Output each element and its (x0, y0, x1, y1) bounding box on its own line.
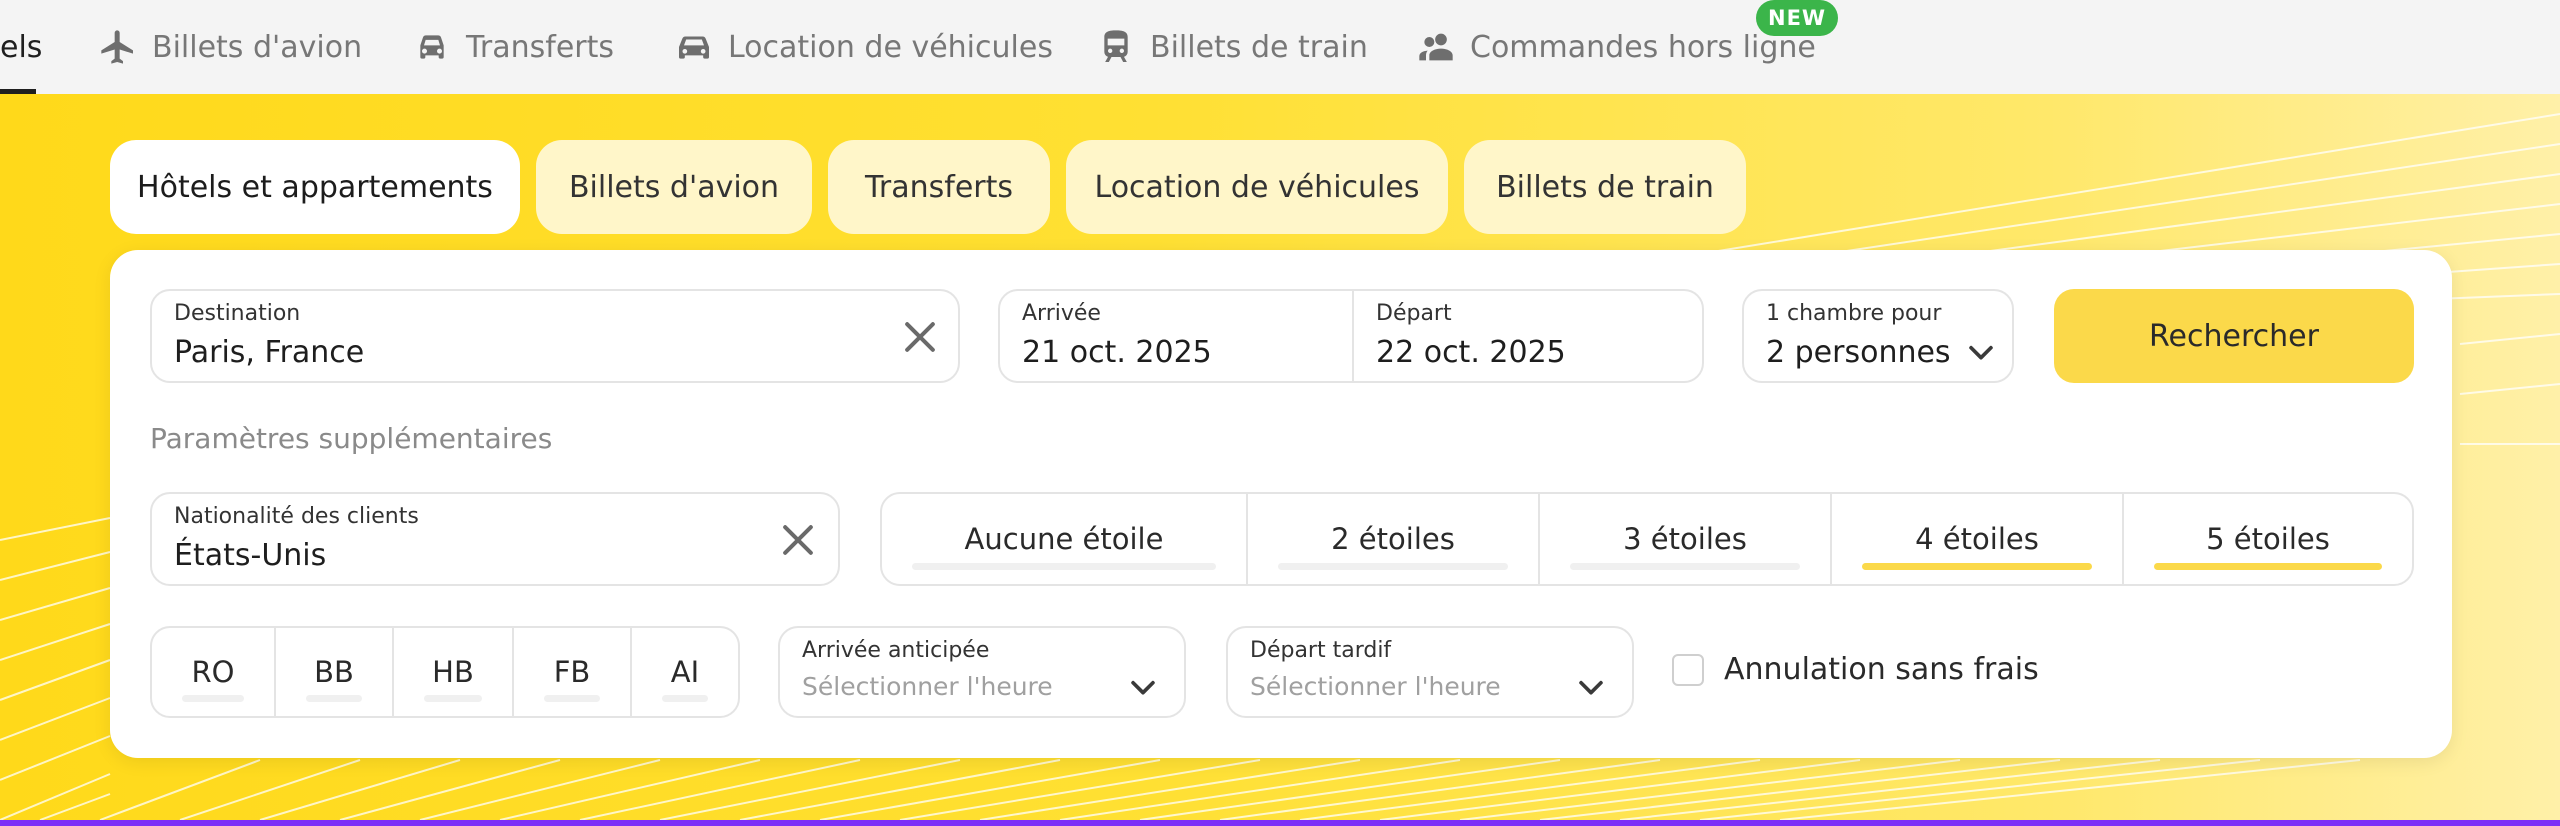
selection-indicator (2154, 563, 2382, 570)
selection-indicator (182, 695, 244, 702)
people-icon (1419, 33, 1453, 61)
train-icon (1104, 30, 1128, 62)
checkin-value: 21 oct. 2025 (1022, 335, 1212, 370)
tab-hotels[interactable]: Hôtels et appartements (110, 140, 520, 234)
tab-transfers[interactable]: Transferts (828, 140, 1050, 234)
checkin-label: Arrivée (1022, 301, 1101, 326)
destination-value: Paris, France (174, 335, 365, 370)
checkout-field[interactable]: Départ 22 oct. 2025 (1354, 291, 1704, 381)
clear-icon[interactable] (898, 315, 942, 359)
tab-label: Location de véhicules (1094, 169, 1420, 205)
star-option-5[interactable]: 5 étoiles (2124, 494, 2412, 584)
checkout-value: 22 oct. 2025 (1376, 335, 1566, 370)
nav-item-car-rental[interactable]: Location de véhicules (674, 0, 1053, 94)
meal-option-label: RO (191, 655, 235, 689)
new-badge: NEW (1756, 0, 1839, 36)
early-checkin-select[interactable]: Arrivée anticipée Sélectionner l'heure (778, 626, 1186, 718)
selection-indicator (306, 695, 362, 702)
meal-option-ro[interactable]: RO (152, 628, 274, 716)
nav-item-label: Location de véhicules (728, 29, 1053, 65)
checkout-label: Départ (1376, 301, 1452, 326)
star-rating-filter: Aucune étoile 2 étoiles 3 étoiles 4 étoi… (880, 492, 2414, 586)
tab-car-rental[interactable]: Location de véhicules (1066, 140, 1448, 234)
nav-item-label: Billets de train (1150, 29, 1368, 65)
early-checkin-label: Arrivée anticipée (802, 638, 990, 663)
rooms-label: 1 chambre pour (1766, 301, 1942, 326)
date-range-field: Arrivée 21 oct. 2025 Départ 22 oct. 2025 (998, 289, 1704, 383)
selection-indicator (424, 695, 482, 702)
chevron-down-icon (1969, 345, 1993, 360)
nationality-value: États-Unis (174, 538, 327, 573)
late-checkout-placeholder: Sélectionner l'heure (1250, 672, 1501, 701)
star-option-label: 4 étoiles (1915, 522, 2039, 556)
free-cancellation-option[interactable]: Annulation sans frais (1672, 652, 2039, 687)
selection-indicator (544, 695, 600, 702)
car-front-icon (420, 35, 444, 59)
clear-icon[interactable] (776, 518, 820, 562)
star-option-4[interactable]: 4 étoiles (1832, 494, 2122, 584)
nav-item-label: Transferts (466, 29, 615, 65)
late-checkout-label: Départ tardif (1250, 638, 1392, 663)
nationality-field[interactable]: Nationalité des clients États-Unis (150, 492, 840, 586)
meal-option-bb[interactable]: BB (276, 628, 392, 716)
meal-option-label: HB (432, 655, 474, 689)
nav-item-label: Commandes hors ligne (1470, 29, 1816, 65)
nav-item-hotels[interactable]: els (0, 0, 42, 94)
chevron-down-icon (1579, 680, 1603, 695)
nav-item-label: els (0, 29, 43, 65)
meal-option-fb[interactable]: FB (514, 628, 630, 716)
free-cancellation-label: Annulation sans frais (1724, 652, 2039, 687)
meal-option-label: FB (553, 655, 591, 689)
star-option-none[interactable]: Aucune étoile (882, 494, 1246, 584)
star-option-label: 3 étoiles (1623, 522, 1747, 556)
tab-label: Billets de train (1496, 169, 1714, 205)
car-rental-icon (679, 36, 709, 59)
selection-indicator (912, 563, 1216, 570)
selection-indicator (662, 695, 708, 702)
rooms-guests-field[interactable]: 1 chambre pour 2 personnes (1742, 289, 2014, 383)
free-cancellation-checkbox[interactable] (1672, 653, 1704, 686)
airplane-icon (101, 30, 133, 64)
meal-plan-filter: RO BB HB FB AI (150, 626, 740, 718)
tab-label: Transferts (864, 169, 1014, 205)
nav-item-trains[interactable]: Billets de train (1096, 0, 1368, 94)
nav-item-label: Billets d'avion (152, 29, 363, 65)
tab-trains[interactable]: Billets de train (1464, 140, 1746, 234)
star-option-2[interactable]: 2 étoiles (1248, 494, 1538, 584)
selection-indicator (1862, 563, 2092, 570)
selection-indicator (1570, 563, 1800, 570)
meal-option-ai[interactable]: AI (632, 628, 738, 716)
meal-option-label: AI (670, 655, 700, 689)
bottom-accent-bar (0, 820, 2560, 826)
nav-item-flights[interactable]: Billets d'avion (98, 0, 362, 94)
destination-label: Destination (174, 301, 301, 326)
nationality-label: Nationalité des clients (174, 504, 419, 529)
nav-item-transfers[interactable]: Transferts (412, 0, 614, 94)
star-option-label: 5 étoiles (2206, 522, 2330, 556)
chevron-down-icon (1131, 680, 1155, 695)
star-option-label: 2 étoiles (1331, 522, 1455, 556)
early-checkin-placeholder: Sélectionner l'heure (802, 672, 1053, 701)
meal-option-label: BB (314, 655, 354, 689)
late-checkout-select[interactable]: Départ tardif Sélectionner l'heure (1226, 626, 1634, 718)
checkin-field[interactable]: Arrivée 21 oct. 2025 (1000, 291, 1352, 381)
star-option-label: Aucune étoile (964, 522, 1164, 556)
tab-label: Hôtels et appartements (137, 169, 493, 205)
tab-label: Billets d'avion (568, 169, 780, 205)
rooms-value: 2 personnes (1766, 335, 1951, 370)
selection-indicator (1278, 563, 1508, 570)
search-button[interactable]: Rechercher (2054, 289, 2414, 383)
top-navigation: els Billets d'avion Transferts Location … (0, 0, 2560, 94)
tab-flights[interactable]: Billets d'avion (536, 140, 812, 234)
meal-option-hb[interactable]: HB (394, 628, 512, 716)
additional-parameters-title: Paramètres supplémentaires (150, 422, 553, 455)
destination-field[interactable]: Destination Paris, France (150, 289, 960, 383)
star-option-3[interactable]: 3 étoiles (1540, 494, 1830, 584)
